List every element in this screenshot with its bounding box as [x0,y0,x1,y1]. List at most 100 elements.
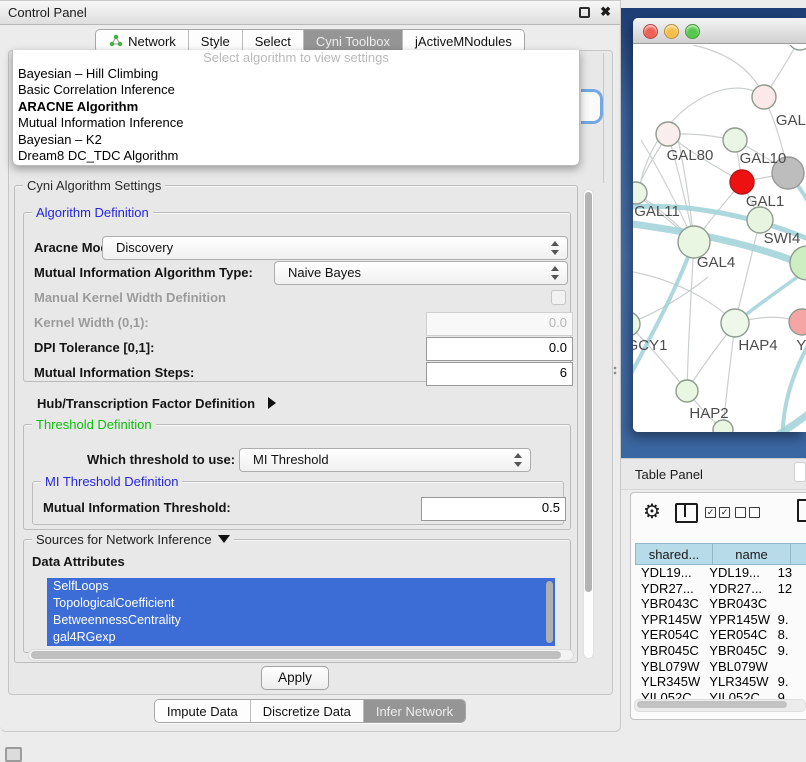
table-cell: YBR043C [703,596,771,612]
algorithm-option[interactable]: ARACNE Algorithm [13,99,579,115]
tab-jactivemnodules[interactable]: jActiveMNodules [402,30,524,52]
threshold-definition-group: Threshold Definition Which threshold to … [23,424,571,530]
node-label: GAL1 [746,193,784,210]
hub-tf-expander[interactable]: Hub/Transcription Factor Definition [37,395,276,413]
data-attributes-list[interactable]: SelfLoopsTopologicalCoefficientBetweenne… [47,578,555,646]
network-node-gal10[interactable] [723,128,747,152]
algorithm-option[interactable]: Dream8 DC_TDC Algorithm [13,148,579,164]
checkbox-empty [749,507,760,518]
tab-label: Discretize Data [263,704,351,719]
table-cell: YBR045C [635,643,703,659]
tab-cyni-toolbox[interactable]: Cyni Toolbox [303,30,402,52]
minimize-traffic-light[interactable] [664,24,679,39]
apply-button[interactable]: Apply [261,666,329,690]
table-row[interactable]: YPR145WYPR145W9. [635,612,806,628]
group-title: Cyni Algorithm Settings [23,178,165,193]
collapsed-panel-icon[interactable] [5,747,22,762]
column-header[interactable] [791,543,806,565]
table-cell: YBL079W [703,659,771,675]
aracne-mode-select[interactable]: Discovery [102,236,568,260]
table-row[interactable]: YDR27...YDR27...12 [635,581,806,597]
network-node-hap4[interactable] [721,309,749,337]
list-scrollbar[interactable] [546,581,553,643]
checked-boxes-icon[interactable]: ✓✓ [705,507,733,525]
settings-vertical-scrollbar[interactable] [583,189,594,659]
close-traffic-light[interactable] [643,24,658,39]
column-header[interactable]: shared... [635,543,713,565]
document-icon[interactable] [797,499,806,522]
network-node-gal1[interactable] [730,170,754,194]
manual-kernel-checkbox[interactable] [551,290,566,305]
scrollbar-thumb[interactable] [31,651,561,659]
columns-icon[interactable] [675,503,698,523]
algorithm-option[interactable]: Bayesian – Hill Climbing [13,66,579,82]
close-icon[interactable]: ✖ [600,4,611,20]
network-node-yj[interactable] [789,309,806,335]
table-row[interactable]: YDL19...YDL19...13 [635,565,806,581]
table-panel-button[interactable] [794,462,806,482]
attribute-item[interactable]: TopologicalCoefficient [47,595,555,612]
mi-type-label: Mutual Information Algorithm Type: [34,265,253,280]
table-cell: 9. [772,643,806,659]
attribute-item[interactable]: gal4RGexp [47,629,555,646]
unchecked-boxes-icon[interactable] [735,507,763,525]
network-node-hap2[interactable] [676,380,698,402]
sources-expander[interactable]: Sources for Network Inference [32,532,234,547]
which-threshold-select[interactable]: MI Threshold [239,448,531,472]
table-cell [772,659,806,675]
node-label: GAL11 [634,203,680,220]
table-row[interactable]: YER054CYER054C8. [635,627,806,643]
network-window-titlebar[interactable] [633,18,806,44]
table-row[interactable]: YLR345WYLR345W9. [635,674,806,690]
gear-icon[interactable]: ⚙ [643,499,661,524]
tab-style[interactable]: Style [188,30,242,52]
table-cell: YPR145W [703,612,771,628]
table-cell: YLR345W [703,674,771,690]
network-node[interactable] [790,246,806,280]
network-view[interactable]: GAL7GAL80GAL10GAL1GAL11SWI4GAL4GCY1HAP4Y… [633,45,806,432]
tab-label: Network [128,34,176,49]
network-node-gal80[interactable] [656,122,680,146]
dpi-tolerance-field[interactable]: 0.0 [426,337,573,361]
network-edge[interactable] [687,242,694,391]
algorithm-option[interactable]: Mutual Information Inference [13,115,579,131]
table-cell: YBR045C [703,643,771,659]
focused-combo-fragment [581,89,603,124]
control-panel-titlebar: Control Panel ✖ [0,1,620,25]
attribute-item[interactable]: SelfLoops [47,578,555,595]
table-cell: 9. [772,674,806,690]
zoom-traffic-light[interactable] [685,24,700,39]
table-row[interactable]: YBR045CYBR045C9. [635,643,806,659]
scrollbar-thumb[interactable] [637,701,787,708]
tab-label: Infer Network [376,704,453,719]
tab-select[interactable]: Select [242,30,303,52]
table-horizontal-scrollbar[interactable] [634,699,806,712]
network-node-gal7[interactable] [752,85,776,109]
table-cell: YPR145W [635,612,703,628]
table-row[interactable]: YBL079WYBL079W [635,659,806,675]
tab-impute-data[interactable]: Impute Data [155,700,250,722]
algorithm-option[interactable]: Bayesian – K2 [13,132,579,148]
network-graph[interactable]: GAL7GAL80GAL10GAL1GAL11SWI4GAL4GCY1HAP4Y… [633,45,806,432]
table-cell: YDL19... [635,565,703,581]
network-node[interactable] [788,45,806,50]
scrollbar-thumb[interactable] [585,192,592,592]
tab-network[interactable]: Network [96,30,188,52]
tab-discretize-data[interactable]: Discretize Data [250,700,363,722]
float-window-icon[interactable] [579,7,590,18]
mi-steps-field[interactable]: 6 [426,362,573,386]
mi-threshold-field[interactable]: 0.5 [421,497,566,521]
dropdown-prompt: Select algorithm to view settings [13,50,579,66]
network-node-gcy1[interactable] [633,312,640,336]
node-label: GAL10 [740,150,787,167]
attribute-item[interactable]: BetweennessCentrality [47,612,555,629]
mi-type-select[interactable]: Naive Bayes [274,261,568,285]
expand-down-icon [218,535,230,543]
table-row[interactable]: YBR043CYBR043C [635,596,806,612]
settings-horizontal-scrollbar[interactable] [28,649,574,661]
column-header[interactable]: name [713,543,791,565]
split-pane-grip[interactable] [613,366,617,375]
algorithm-option[interactable]: Basic Correlation Inference [13,82,579,98]
which-threshold-label: Which threshold to use: [87,452,235,467]
tab-infer-network[interactable]: Infer Network [363,700,465,722]
